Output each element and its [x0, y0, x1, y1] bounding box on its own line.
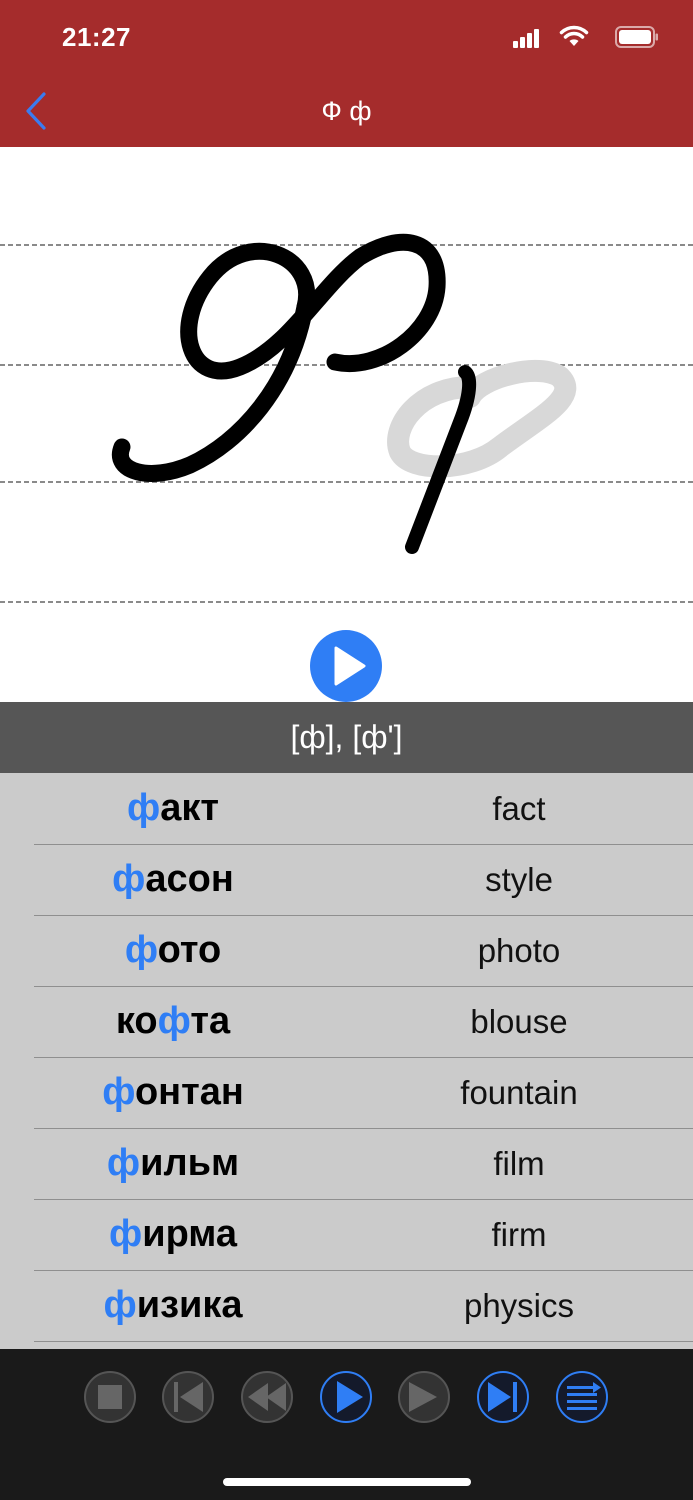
rewind-icon	[241, 1371, 293, 1423]
header: 21:27 Ф ф	[0, 0, 693, 147]
word-russian: фильм	[34, 1128, 312, 1199]
word-english: photo	[477, 932, 561, 969]
word-russian: факт	[34, 773, 312, 844]
player-controls	[0, 1349, 693, 1500]
word-english: fact	[492, 790, 546, 827]
play-icon	[334, 646, 366, 686]
skip-start-icon	[162, 1371, 214, 1423]
word-russian-rest: акт	[160, 787, 219, 829]
list-icon	[556, 1371, 608, 1423]
previous-button[interactable]	[240, 1370, 294, 1424]
word-english: style	[485, 861, 553, 898]
word-english: film	[493, 1145, 545, 1182]
word-russian: фото	[34, 915, 312, 986]
word-row[interactable]: фасон style	[34, 844, 693, 916]
wifi-icon	[559, 25, 589, 46]
word-row[interactable]: фонтан fountain	[34, 1057, 693, 1129]
play-letter-button[interactable]	[310, 630, 382, 702]
word-row[interactable]: физика physics	[34, 1270, 693, 1342]
signal-icon	[513, 29, 539, 48]
list-button[interactable]	[555, 1370, 609, 1424]
highlighted-letter: ф	[126, 787, 161, 829]
home-indicator	[223, 1478, 471, 1486]
word-russian-rest: изика	[136, 1284, 243, 1326]
highlighted-letter: ф	[112, 858, 146, 900]
battery-icon	[615, 26, 658, 48]
word-english: blouse	[470, 1003, 568, 1040]
word-russian-rest: ото	[157, 929, 222, 971]
word-russian-start: ко	[115, 1000, 158, 1042]
word-row[interactable]: фирма firm	[34, 1199, 693, 1271]
play-icon	[320, 1371, 372, 1423]
word-row[interactable]: фильм film	[34, 1128, 693, 1200]
highlighted-letter: ф	[124, 929, 158, 971]
play-button[interactable]	[319, 1370, 373, 1424]
status-time: 21:27	[62, 22, 131, 52]
word-russian: фонтан	[34, 1057, 312, 1128]
word-english: firm	[491, 1216, 547, 1253]
stop-button[interactable]	[83, 1370, 137, 1424]
highlighted-letter: ф	[157, 1000, 191, 1042]
word-russian-rest: асон	[145, 858, 234, 900]
highlighted-letter: ф	[106, 1142, 141, 1184]
word-english: physics	[463, 1287, 575, 1324]
word-russian-rest: ильм	[140, 1142, 240, 1184]
sound-transcription: [ф], [ф']	[0, 702, 693, 773]
skip-to-start-button[interactable]	[161, 1370, 215, 1424]
skip-to-end-button[interactable]	[476, 1370, 530, 1424]
word-row[interactable]: факт fact	[34, 773, 693, 845]
word-english: fountain	[460, 1074, 578, 1111]
word-russian-rest: ирма	[142, 1213, 238, 1255]
highlighted-letter: ф	[103, 1284, 137, 1326]
word-list: факт fact фасон style фото photo кофта b…	[0, 773, 693, 1349]
page-title: Ф ф	[321, 96, 372, 126]
word-russian-rest: онтан	[134, 1071, 244, 1113]
highlighted-letter: ф	[102, 1071, 135, 1113]
word-row[interactable]: фото photo	[34, 915, 693, 987]
word-russian: фасон	[34, 844, 312, 915]
skip-end-icon	[477, 1371, 529, 1423]
next-button[interactable]	[397, 1370, 451, 1424]
word-russian: физика	[34, 1270, 312, 1341]
stop-icon	[84, 1371, 136, 1423]
cursive-letter-illustration	[0, 233, 693, 603]
word-row[interactable]: кофта blouse	[34, 986, 693, 1058]
word-russian-rest: та	[190, 1000, 231, 1042]
letter-writing-area	[0, 147, 693, 702]
word-russian: кофта	[34, 986, 312, 1057]
word-russian: фирма	[34, 1199, 312, 1270]
forward-icon	[398, 1371, 450, 1423]
highlighted-letter: ф	[108, 1213, 143, 1255]
